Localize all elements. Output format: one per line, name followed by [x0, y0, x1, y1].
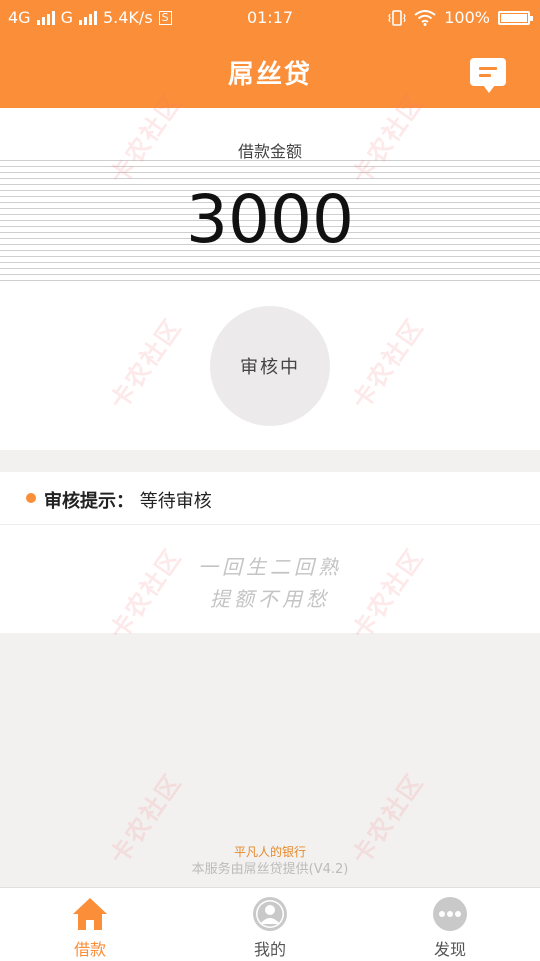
- slogan-line-1: 一回生二回熟: [198, 555, 342, 579]
- app-header: 屌丝贷: [0, 36, 540, 108]
- review-tip-label: 审核提示：: [44, 491, 134, 512]
- tab-discover[interactable]: 发现: [360, 888, 540, 961]
- slogan-area: 一回生二回熟 提额不用愁: [0, 525, 540, 633]
- battery-percent: 100%: [444, 8, 490, 27]
- vibrate-icon: [388, 9, 406, 26]
- tab-discover-label: 发现: [433, 940, 466, 959]
- status-bar: 4G G 5.4K/s S 01:17 100%: [0, 0, 540, 36]
- review-tip: 审核提示： 等待审核: [44, 487, 212, 513]
- more-dots-icon: [433, 897, 467, 931]
- bullet-dot-icon: [26, 493, 36, 503]
- loan-amount-value: 3000: [186, 181, 354, 258]
- review-tip-row: 审核提示： 等待审核: [0, 472, 540, 525]
- app-title: 屌丝贷: [227, 60, 312, 90]
- review-status-button[interactable]: 审核中: [210, 306, 330, 426]
- tab-mine-label: 我的: [253, 940, 286, 959]
- loan-amount-card: 借款金额 3000 审核中: [0, 108, 540, 450]
- tab-mine[interactable]: 我的: [180, 888, 360, 961]
- tab-loan[interactable]: 借款: [0, 888, 180, 961]
- bottom-tab-bar: 借款 我的 发现: [0, 887, 540, 961]
- wifi-icon: [414, 9, 436, 26]
- home-icon: [73, 898, 107, 930]
- slogan-line-2: 提额不用愁: [210, 587, 330, 611]
- footer-credit: 本服务由屌丝贷提供(V4.2): [191, 862, 349, 877]
- review-tip-value: 等待审核: [139, 491, 212, 512]
- chat-bubble-icon[interactable]: [470, 58, 506, 93]
- loan-amount-label: 借款金额: [237, 142, 302, 161]
- battery-icon: [498, 10, 533, 25]
- review-status-label: 审核中: [240, 357, 300, 378]
- status-right: 100%: [388, 8, 533, 27]
- user-avatar-icon: [253, 897, 287, 931]
- tab-loan-label: 借款: [73, 940, 106, 959]
